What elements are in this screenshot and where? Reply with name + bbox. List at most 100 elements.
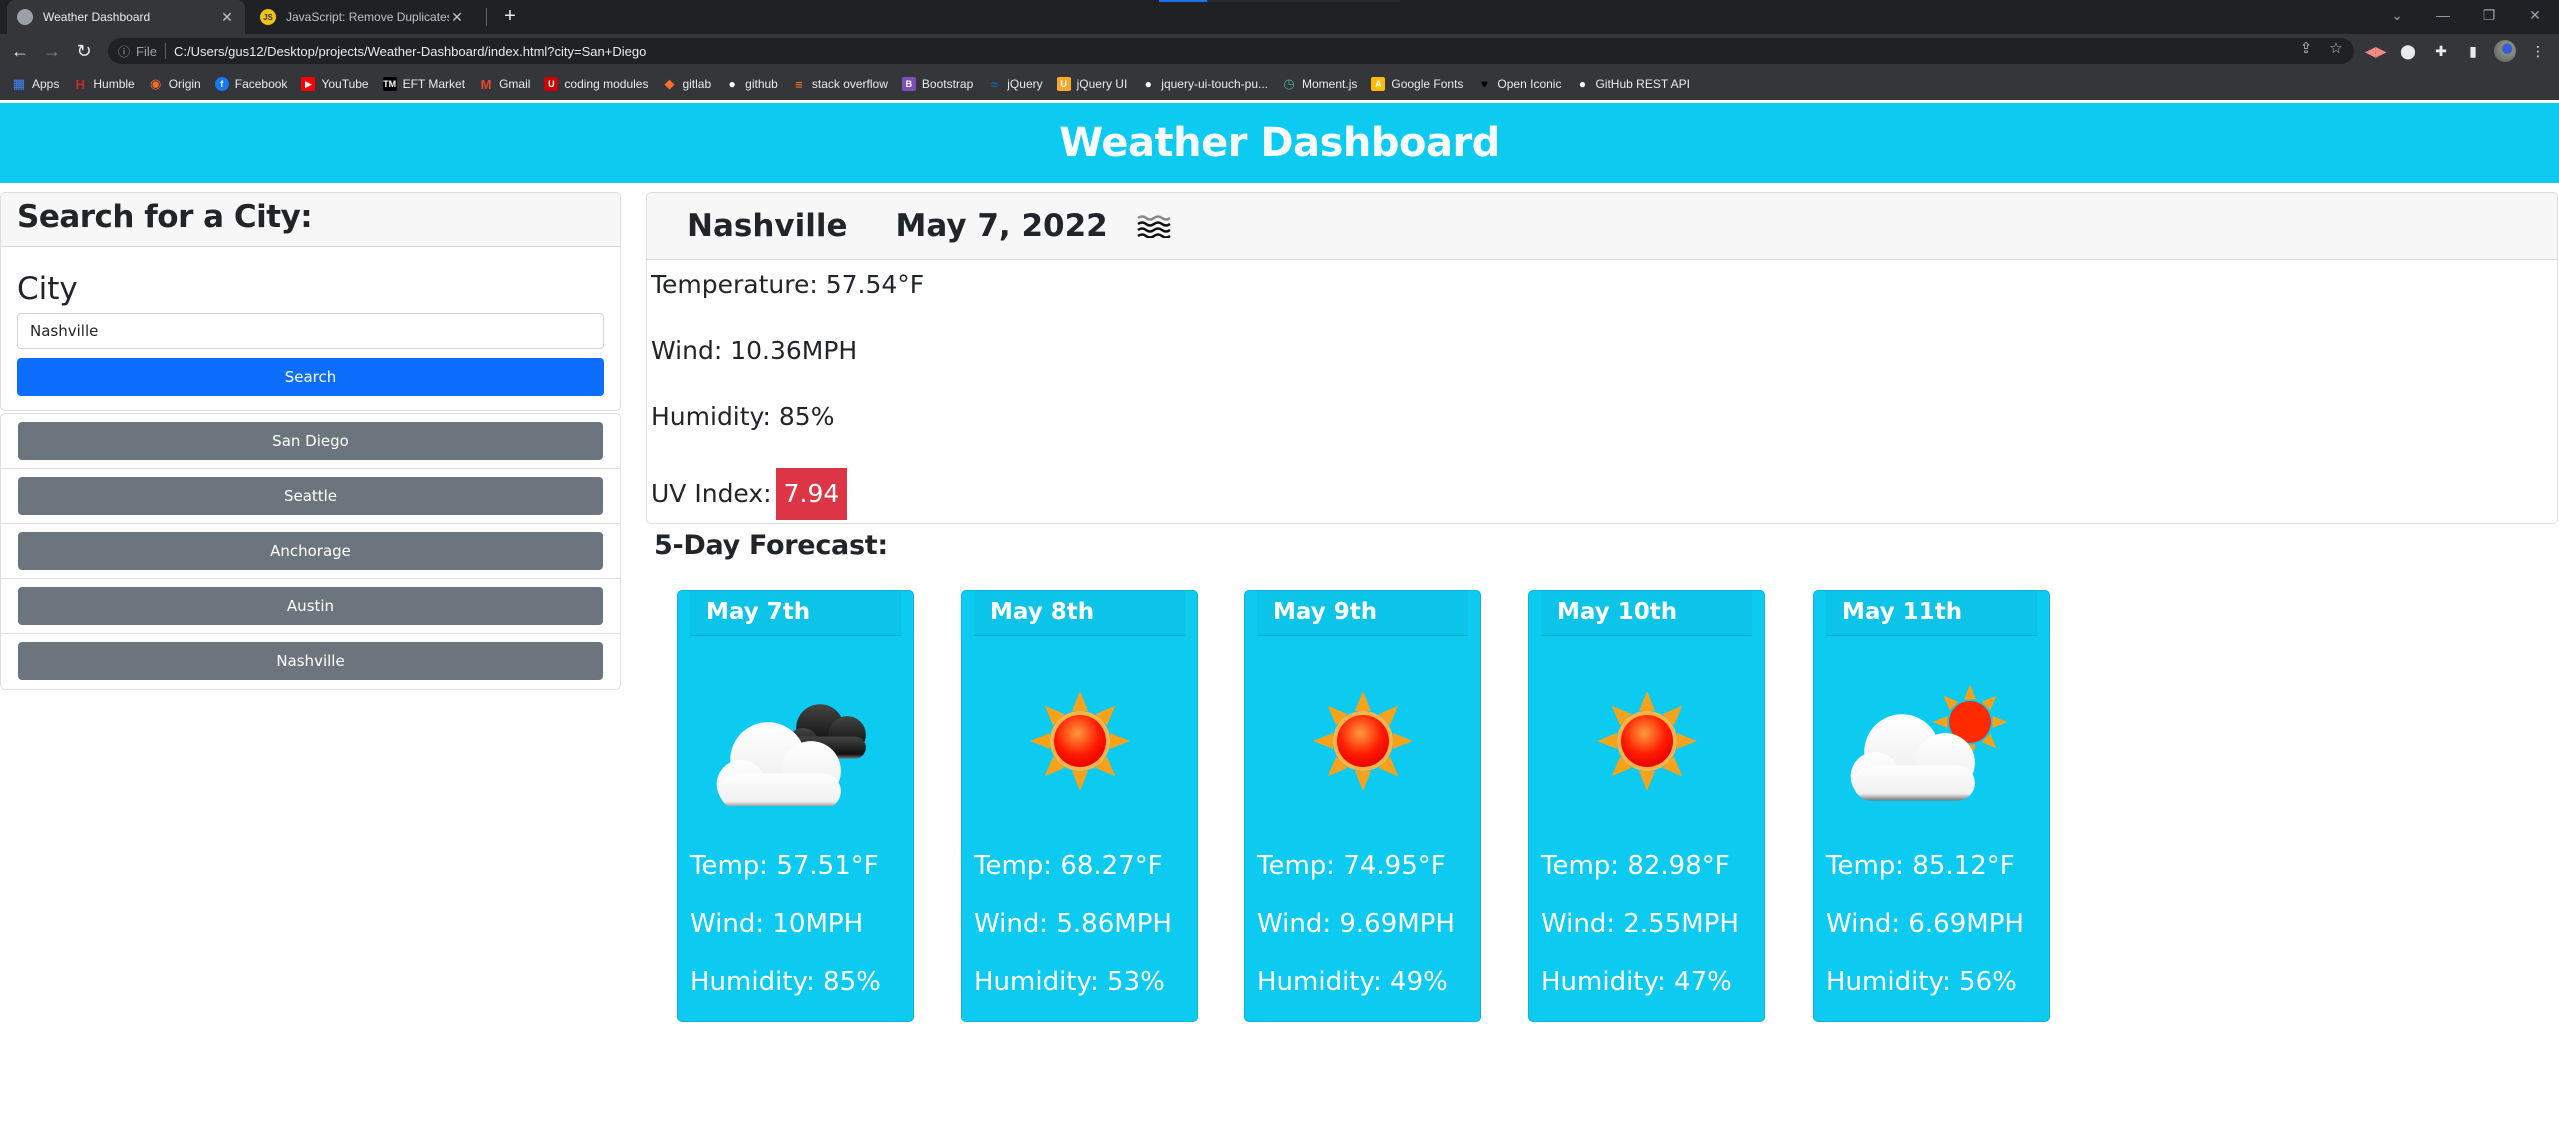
bookmark-github-rest-api[interactable]: ● GitHub REST API	[1575, 77, 1690, 91]
browser-tab-strip: Weather Dashboard ✕ JS JavaScript: Remov…	[0, 0, 2559, 34]
bookmark-coding-modules[interactable]: Ucoding modules	[544, 77, 648, 91]
forecast-temp: Temp: 82.98°F	[1541, 851, 1730, 881]
current-temperature: Temperature: 57.54°F	[651, 270, 925, 299]
search-card-header: Search for a City:	[1, 193, 620, 247]
site-header: Weather Dashboard	[0, 103, 2559, 183]
bookmark-label: stack overflow	[811, 77, 888, 91]
tab-title: Weather Dashboard	[43, 10, 151, 24]
url-scheme-label: File	[136, 43, 157, 59]
forecast-wind: Wind: 5.86MPH	[974, 909, 1172, 939]
history-button-nashville[interactable]: Nashville	[18, 642, 603, 680]
url-text[interactable]: C:/Users/gus12/Desktop/projects/Weather-…	[174, 44, 646, 59]
forecast-humidity: Humidity: 47%	[1541, 967, 1732, 997]
restore-window-icon[interactable]: ❐	[2466, 0, 2512, 30]
bookmark-facebook[interactable]: f Facebook	[214, 77, 288, 91]
share-icon[interactable]: ⇪	[2295, 38, 2317, 60]
extensions-puzzle-icon[interactable]: ✚	[2431, 41, 2451, 61]
forecast-humidity: Humidity: 53%	[974, 967, 1165, 997]
history-list-item: Seattle	[1, 469, 620, 524]
bookmark-label: Humble	[93, 77, 135, 91]
bootstrap-icon: B	[901, 77, 916, 91]
bookmark-jquery-ui-touch-pu[interactable]: ● jquery-ui-touch-pu...	[1141, 77, 1268, 91]
close-tab-icon[interactable]: ✕	[449, 9, 465, 26]
bookmark-jquery[interactable]: ≈ jQuery	[987, 77, 1043, 92]
browser-tab-javascript[interactable]: JS JavaScript: Remove Duplicates fro ✕	[250, 0, 475, 34]
bookmark-youtube[interactable]: ▶ YouTube	[301, 77, 369, 91]
github-icon: ●	[728, 77, 736, 91]
broken-clouds-icon	[706, 676, 886, 809]
bookmark-label: jQuery UI	[1076, 77, 1128, 91]
tab-search-chevron-icon[interactable]: ⌄	[2374, 0, 2420, 30]
bookmark-star-icon[interactable]: ☆	[2325, 38, 2347, 60]
forecast-wind: Wind: 2.55MPH	[1541, 909, 1739, 939]
bookmark-google-fonts[interactable]: A Google Fonts	[1371, 77, 1463, 91]
omnibox-separator	[164, 43, 166, 59]
bookmark-label: EFT Market	[402, 77, 466, 91]
minimize-window-icon[interactable]: —	[2420, 0, 2466, 30]
bookmark-humble[interactable]: H Humble	[73, 76, 135, 92]
bookmark-label: jQuery	[1007, 77, 1043, 91]
bookmark-origin[interactable]: ◉ Origin	[149, 76, 201, 91]
screen-recorder-extension-icon[interactable]: ◀▶	[2365, 41, 2387, 61]
bookmark-label: Gmail	[499, 77, 531, 91]
forward-arrow-icon[interactable]: →	[40, 39, 64, 63]
forecast-humidity: Humidity: 85%	[690, 967, 881, 997]
search-heading: Search for a City:	[17, 199, 313, 235]
forecast-title: 5-Day Forecast:	[654, 530, 888, 561]
bookmarks-bar: ▦ Apps H Humble ◉ Origin f Facebook ▶ YouTube TM EF…	[0, 68, 2559, 100]
side-panel-icon[interactable]: ▮	[2463, 41, 2483, 61]
clear-sun-icon	[1557, 676, 1737, 806]
json-viewer-extension-icon[interactable]: ⬤	[2398, 41, 2418, 61]
apps-grid-icon: ▦	[12, 76, 26, 91]
mist-icon	[1136, 215, 1171, 238]
humble-icon: H	[75, 76, 86, 92]
history-button-austin[interactable]: Austin	[18, 587, 603, 625]
browser-menu-kebab-icon[interactable]: ⋮	[2528, 41, 2548, 61]
bookmark-label: Moment.js	[1302, 77, 1358, 91]
history-list-item: Nashville	[1, 634, 620, 689]
bookmark-stack-overflow[interactable]: ≡ stack overflow	[792, 77, 888, 92]
facebook-icon: f	[214, 77, 229, 91]
bookmark-eft-market[interactable]: TM EFT Market	[382, 77, 466, 91]
browser-toolbar: ← → ↻ ⓘ File C:/Users/gus12/Desktop/proj…	[0, 34, 2559, 68]
profile-avatar[interactable]	[2494, 40, 2516, 62]
bookmark-jquery-ui[interactable]: UjQuery UI	[1056, 77, 1128, 91]
tab-separator	[486, 8, 487, 26]
current-city: Nashville	[687, 208, 848, 244]
forecast-date: May 9th	[1257, 591, 1468, 636]
close-window-icon[interactable]: ✕	[2512, 0, 2558, 30]
site-info-icon[interactable]: ⓘ	[118, 43, 130, 60]
bookmark-moment-js[interactable]: ◷ Moment.js	[1282, 76, 1358, 91]
history-button-seattle[interactable]: Seattle	[18, 477, 603, 515]
forecast-wind: Wind: 9.69MPH	[1257, 909, 1455, 939]
browser-tab-weather-dashboard[interactable]: Weather Dashboard ✕	[7, 0, 245, 34]
current-weather-card: Nashville May 7, 2022 Temperature: 57.54…	[646, 192, 2558, 524]
back-arrow-icon[interactable]: ←	[8, 39, 32, 63]
history-button-anchorage[interactable]: Anchorage	[18, 532, 603, 570]
forecast-temp: Temp: 68.27°F	[974, 851, 1163, 881]
search-button[interactable]: Search	[17, 358, 604, 396]
bookmark-label: Origin	[168, 77, 201, 91]
utah-u-icon: U	[544, 77, 559, 91]
forecast-card: May 9th Temp: 74.95°F Wind: 9.69MPH Humi…	[1244, 590, 1481, 1022]
bookmark-github[interactable]: ● github	[725, 77, 778, 91]
github-icon: ●	[1578, 77, 1587, 91]
bookmark-gitlab[interactable]: ◆ gitlab	[662, 76, 711, 91]
bookmark-gmail[interactable]: M Gmail	[479, 77, 531, 92]
address-bar[interactable]: ⓘ File C:/Users/gus12/Desktop/projects/W…	[108, 38, 2354, 64]
tab-title: JavaScript: Remove Duplicates fro	[286, 10, 449, 24]
bookmark-bootstrap[interactable]: B Bootstrap	[901, 77, 973, 91]
city-input[interactable]	[17, 313, 604, 349]
bookmark-label: Facebook	[234, 77, 288, 91]
bookmark-apps[interactable]: ▦ Apps	[12, 76, 60, 91]
reload-icon[interactable]: ↻	[72, 39, 96, 63]
clear-sun-icon	[990, 676, 1170, 806]
bookmark-open-iconic[interactable]: ♥ Open Iconic	[1477, 77, 1562, 91]
close-tab-icon[interactable]: ✕	[219, 9, 235, 26]
search-card: Search for a City: City Search	[0, 192, 621, 411]
forecast-humidity: Humidity: 56%	[1826, 967, 2017, 997]
forecast-date: May 10th	[1541, 591, 1752, 636]
history-button-san-diego[interactable]: San Diego	[18, 422, 603, 460]
uv-index-badge: 7.94	[775, 468, 848, 520]
new-tab-button[interactable]: +	[498, 4, 522, 28]
